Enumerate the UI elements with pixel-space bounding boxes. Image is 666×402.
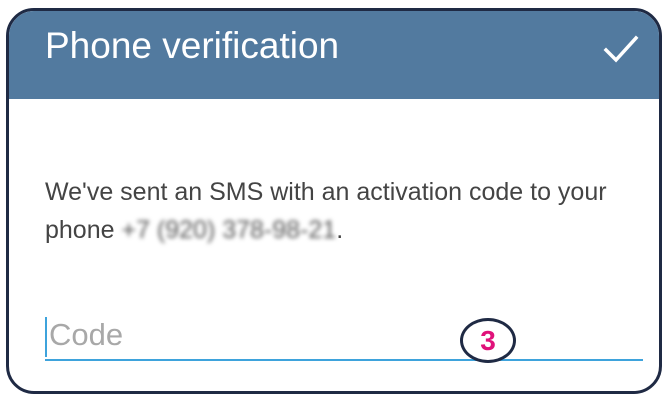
message-suffix: .	[336, 216, 344, 244]
text-cursor	[45, 317, 47, 357]
phone-number: +7 (920) 378-98-21	[121, 216, 337, 244]
step-number-badge: 3	[460, 318, 516, 363]
confirm-button[interactable]	[597, 25, 645, 73]
code-input[interactable]	[45, 311, 643, 361]
check-icon	[603, 35, 639, 63]
app-bar: Phone verification	[9, 11, 659, 99]
page-title: Phone verification	[45, 25, 340, 66]
phone-verification-screen: Phone verification We've sent an SMS wit…	[6, 8, 662, 394]
sms-sent-message: We've sent an SMS with an activation cod…	[45, 173, 635, 249]
